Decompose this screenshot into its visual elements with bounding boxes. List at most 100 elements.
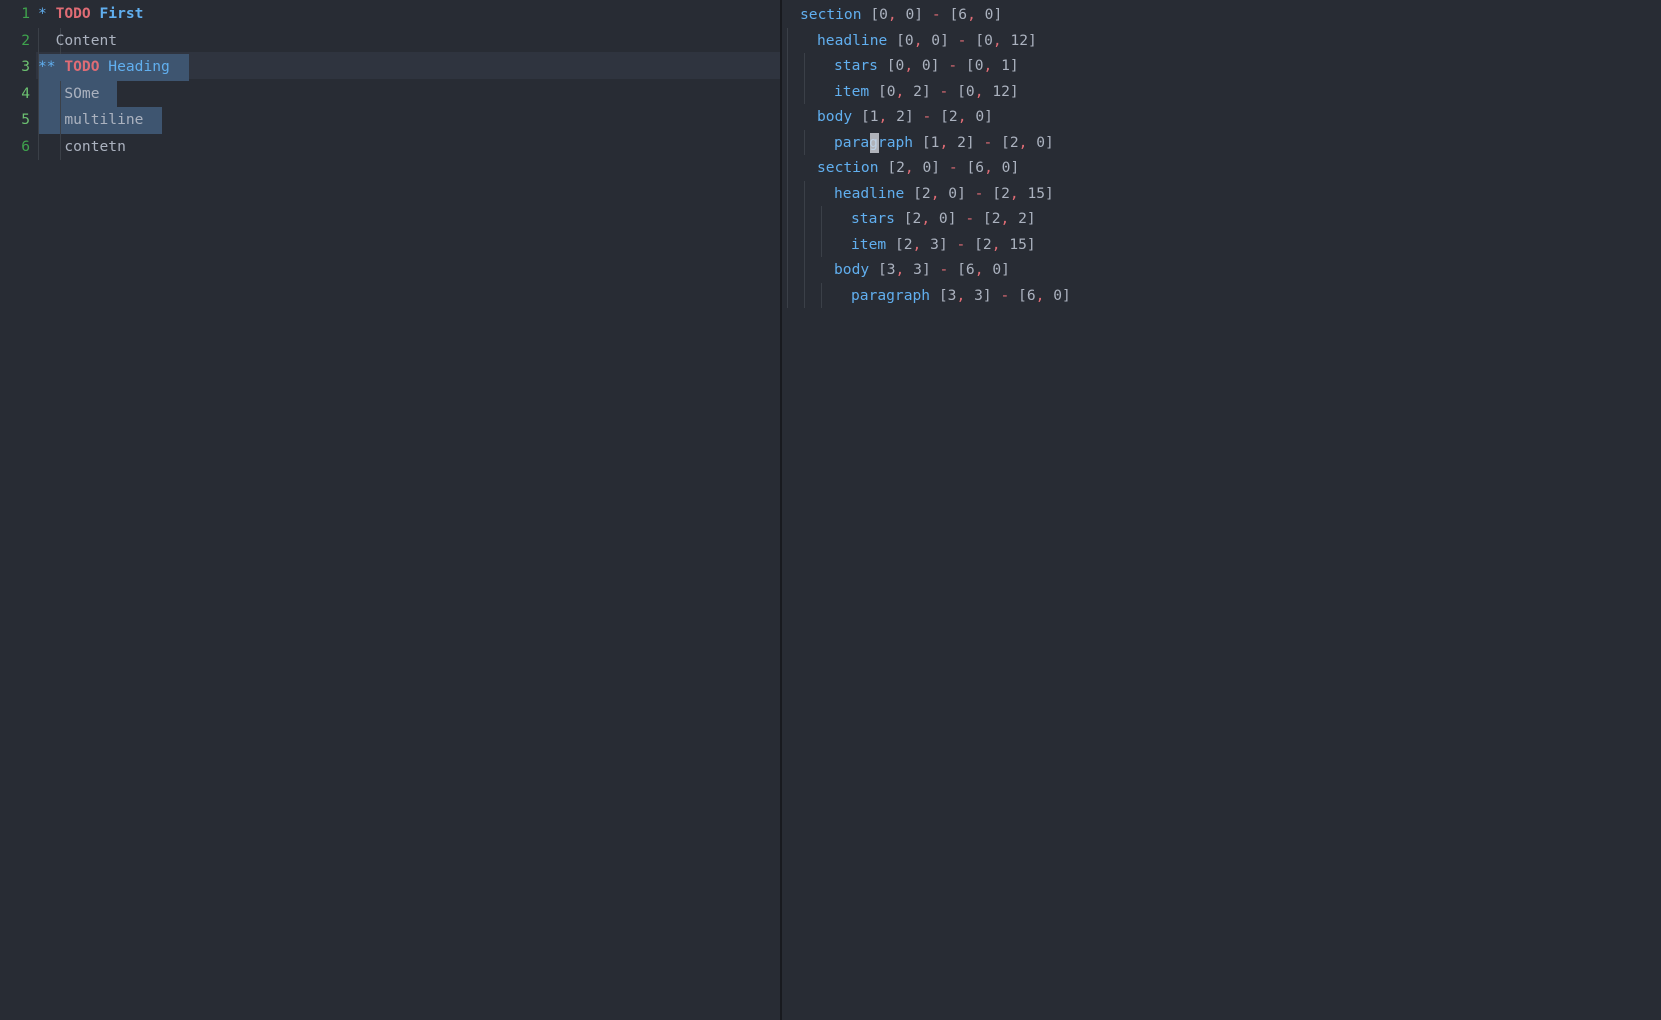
syntax-tree-pane[interactable]: section [0, 0] - [6, 0] headline [0, 0] -…	[782, 0, 1661, 1020]
comma: ,	[904, 57, 914, 74]
line-number: 2	[21, 31, 30, 49]
bracket-open: [	[921, 133, 931, 151]
line-text[interactable]: contetn	[38, 134, 126, 161]
tree-node-row[interactable]: stars [0, 0] - [0, 1]	[834, 53, 1019, 79]
start-col: 0	[921, 57, 931, 74]
tree-node-name: headline	[817, 31, 888, 49]
range-separator: -	[965, 210, 975, 227]
end-col: 2	[1018, 210, 1027, 227]
editor-line[interactable]: 6 contetn	[0, 134, 780, 161]
start-col: 0	[948, 184, 958, 202]
tree-node-row[interactable]: paragraph [1, 2] - [2, 0]	[834, 130, 1054, 156]
bracket-close: ]	[1028, 31, 1037, 49]
tree-node-name: item	[834, 82, 870, 100]
comma: ,	[939, 133, 949, 151]
text-editor-pane[interactable]: 1 * TODO First 2 Content 3 ** TODO Heading 4 …	[0, 0, 780, 1020]
range-separator: -	[922, 108, 932, 125]
bracket-close: ]	[921, 261, 931, 278]
tree-node-row[interactable]: item [2, 3] - [2, 15]	[851, 232, 1036, 258]
start-row: 0	[904, 31, 914, 49]
line-text[interactable]: multiline	[38, 107, 143, 134]
tree-node-row[interactable]: item [0, 2] - [0, 12]	[834, 79, 1019, 105]
tree-node-row[interactable]: headline [2, 0] - [2, 15]	[834, 181, 1054, 207]
tree-indent-guide	[821, 206, 822, 257]
end-col: 0	[975, 108, 985, 125]
tree-node-row[interactable]: section [0, 0] - [6, 0]	[800, 2, 1002, 28]
line-text[interactable]: ** TODO Heading	[38, 54, 170, 81]
tree-node-row[interactable]: body [3, 3] - [6, 0]	[834, 257, 1010, 283]
bracket-close: ]	[982, 286, 992, 304]
end-col: 0	[992, 261, 1002, 278]
line-text[interactable]: Content	[38, 28, 118, 55]
tree-node-row[interactable]: stars [2, 0] - [2, 2]	[851, 206, 1036, 232]
code-token: Heading	[108, 58, 170, 75]
end-col: 15	[1027, 184, 1046, 202]
start-col: 3	[974, 286, 983, 304]
tree-node-row[interactable]: paragraph [3, 3] - [6, 0]	[851, 283, 1071, 309]
bracket-open: [	[877, 261, 887, 278]
bracket-close: ]	[1001, 261, 1010, 278]
end-row: 6	[965, 261, 975, 278]
bracket-close: ]	[938, 235, 948, 253]
range-separator: -	[1000, 286, 1010, 304]
bracket-open: [	[870, 6, 880, 23]
bracket-open: [	[1018, 286, 1027, 304]
start-row: 3	[886, 261, 896, 278]
bracket-close: ]	[914, 6, 924, 23]
tree-node-name: item	[851, 235, 887, 253]
tree-node-row[interactable]: section [2, 0] - [6, 0]	[817, 155, 1019, 181]
tree-indent-guide	[804, 129, 805, 155]
editor-line[interactable]: 4 SOme	[0, 81, 780, 108]
bracket-open: [	[957, 82, 966, 100]
bracket-close: ]	[931, 159, 941, 176]
line-text[interactable]: SOme	[38, 81, 99, 108]
comma: ,	[921, 210, 931, 227]
comma: ,	[956, 286, 966, 304]
bracket-close: ]	[1009, 57, 1019, 74]
bracket-open: [	[877, 82, 887, 100]
editor-line[interactable]: 3 ** TODO Heading	[0, 54, 780, 81]
start-col: 2	[913, 82, 922, 100]
code-token: **	[38, 58, 65, 75]
start-row: 2	[896, 159, 905, 176]
comma: ,	[984, 159, 993, 176]
bracket-open: [	[860, 108, 870, 125]
bracket-open: [	[896, 31, 905, 49]
end-row: 2	[991, 210, 1001, 227]
tree-node-row[interactable]: headline [0, 0] - [0, 12]	[817, 28, 1037, 54]
tree-node-row[interactable]: body [1, 2] - [2, 0]	[817, 104, 993, 130]
code-token: Content	[38, 31, 118, 49]
comma: ,	[974, 261, 984, 278]
comma: ,	[974, 82, 984, 100]
line-text[interactable]: * TODO First	[38, 1, 143, 28]
editor-line[interactable]: 5 multiline	[0, 107, 780, 134]
comma: ,	[992, 31, 1002, 49]
code-token: First	[99, 5, 144, 22]
tree-node-name: headline	[834, 184, 905, 202]
range-separator: -	[948, 57, 958, 74]
end-row: 2	[1009, 133, 1019, 151]
bracket-open: [	[1001, 133, 1010, 151]
range-separator: -	[939, 82, 949, 100]
start-col: 0	[938, 210, 948, 227]
bracket-close: ]	[1062, 286, 1071, 304]
editor-line[interactable]: 1 * TODO First	[0, 1, 780, 28]
end-row: 0	[965, 82, 975, 100]
bracket-close: ]	[1010, 159, 1020, 176]
editor-line[interactable]: 2 Content	[0, 28, 780, 55]
